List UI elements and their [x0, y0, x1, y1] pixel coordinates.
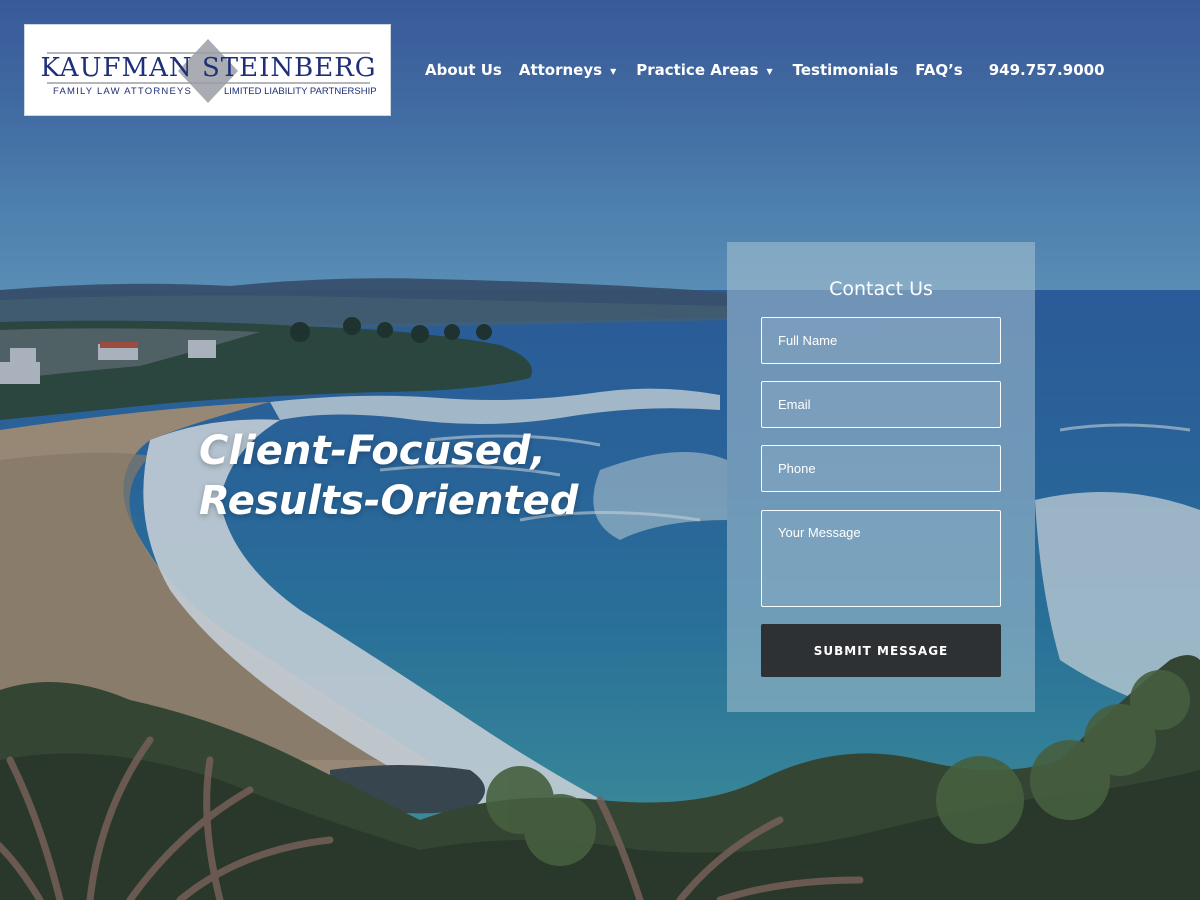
logo-tagline-left: FAMILY LAW ATTORNEYS [53, 86, 193, 97]
site-logo[interactable]: KAUFMAN STEINBERG FAMILY LAW ATTORNEYS L… [24, 24, 391, 116]
full-name-input[interactable] [761, 317, 1001, 364]
nav-item-label: About Us [425, 61, 502, 79]
phone-input[interactable] [761, 445, 1001, 492]
nav-item-label: Attorneys [518, 61, 603, 79]
hero-headline-line-2: Results-Oriented [199, 478, 579, 524]
email-input[interactable] [761, 381, 1001, 428]
nav-item-label: Practice Areas [636, 61, 759, 79]
message-textarea[interactable] [761, 510, 1001, 607]
hero-headline: Client-Focused, Results-Oriented [199, 426, 578, 526]
phone-number: 949.757.9000 [988, 61, 1105, 79]
main-nav: About Us Attorneys ▼ Practice Areas ▼ Te… [425, 58, 1105, 82]
contact-form: Contact Us SUBMIT MESSAGE [727, 242, 1035, 712]
caret-down-icon: ▼ [766, 66, 773, 76]
nav-item-attorneys[interactable]: Attorneys ▼ [519, 61, 616, 79]
nav-item-faqs[interactable]: FAQ’s [915, 61, 963, 79]
nav-item-label: Testimonials [792, 61, 899, 79]
nav-phone-link[interactable]: 949.757.9000 [989, 61, 1105, 79]
contact-form-title: Contact Us [829, 278, 933, 300]
logo-tagline-right: LIMITED LIABILITY PARTNERSHIP [224, 86, 377, 97]
nav-item-about-us[interactable]: About Us [425, 61, 502, 79]
hero-headline-line-1: Client-Focused, [199, 428, 546, 474]
submit-message-button[interactable]: SUBMIT MESSAGE [761, 624, 1001, 677]
nav-item-practice-areas[interactable]: Practice Areas ▼ [636, 61, 772, 79]
caret-down-icon: ▼ [610, 66, 617, 76]
logo-firm-name: KAUFMAN STEINBERG [40, 53, 377, 83]
nav-item-label: FAQ’s [915, 61, 963, 79]
nav-item-testimonials[interactable]: Testimonials [793, 61, 899, 79]
